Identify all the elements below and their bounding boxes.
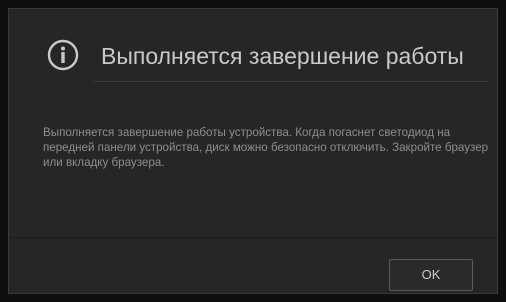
dialog-message: Выполняется завершение работы устройства… [43, 126, 489, 169]
info-icon [47, 39, 79, 71]
dialog-header: Выполняется завершение работы [9, 9, 497, 129]
title-divider [93, 81, 489, 82]
dialog-title: Выполняется завершение работы [101, 43, 464, 69]
shutdown-dialog: Выполняется завершение работы Выполняетс… [8, 8, 498, 294]
footer-divider [9, 237, 497, 238]
ok-button[interactable]: OK [389, 259, 473, 291]
